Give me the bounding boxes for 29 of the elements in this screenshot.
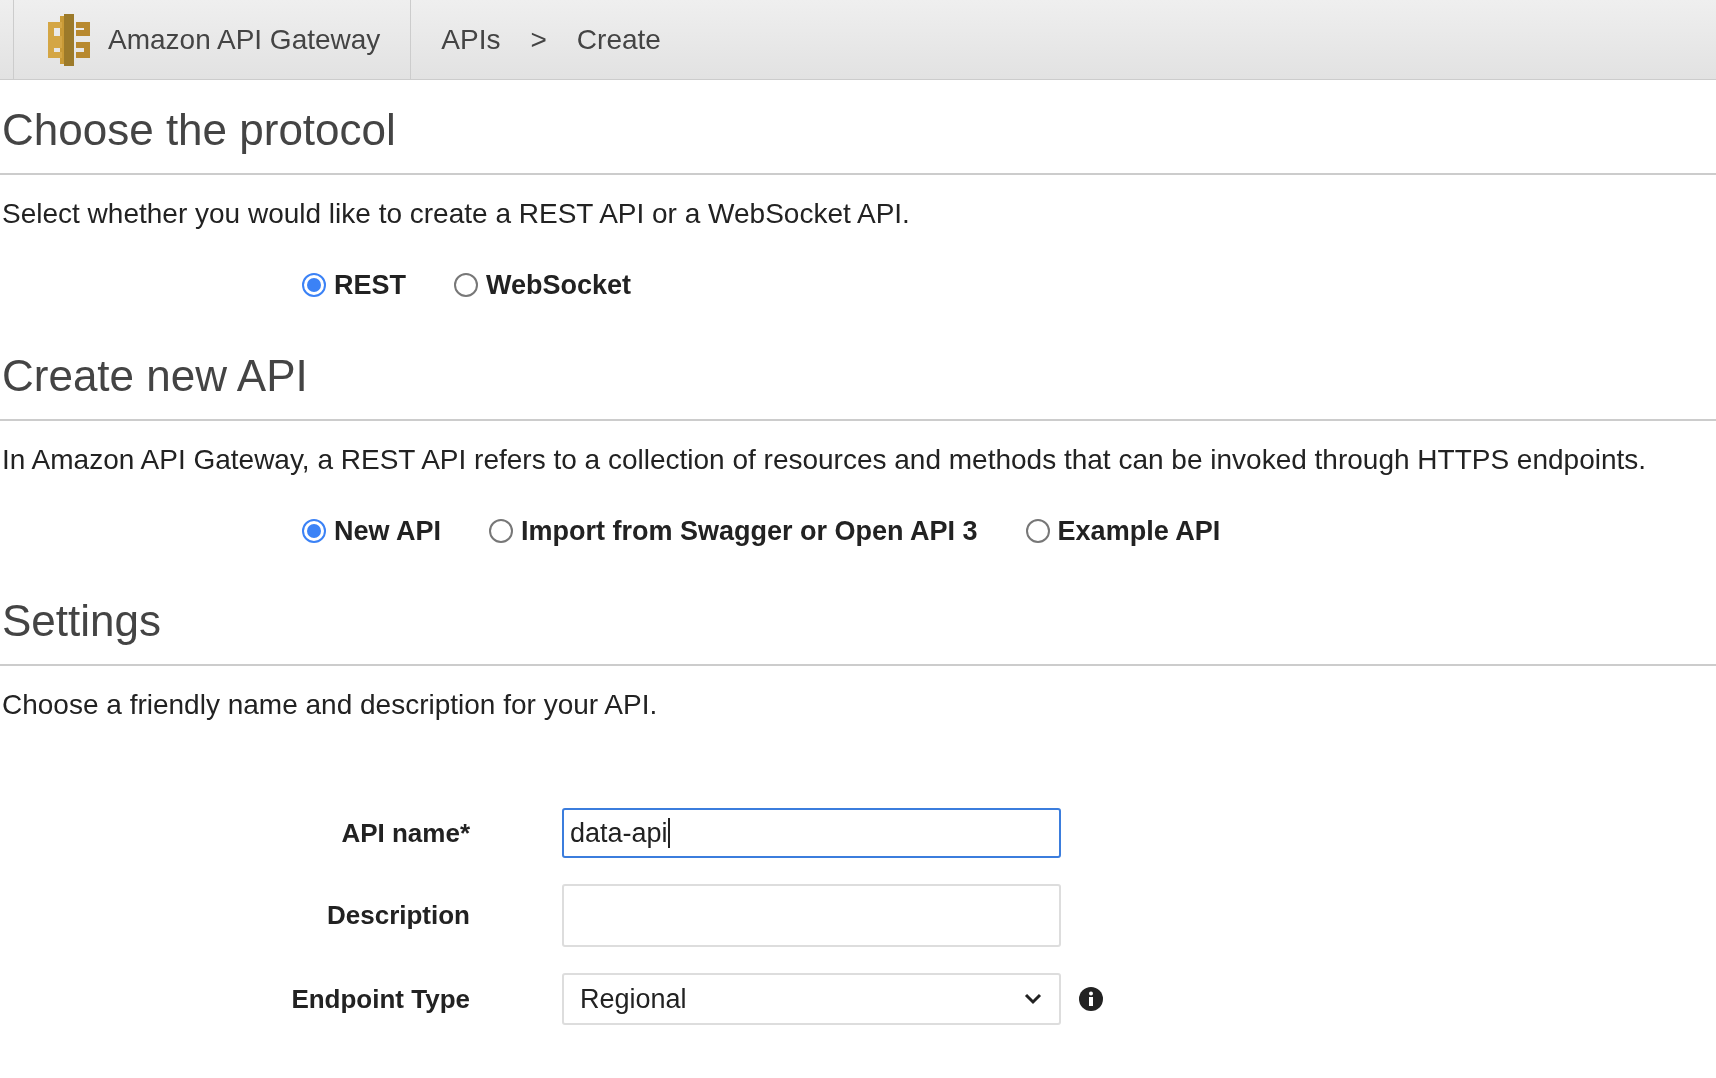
breadcrumb-separator: > bbox=[530, 22, 547, 57]
section-title: Create new API bbox=[0, 325, 1716, 421]
info-icon[interactable] bbox=[1079, 987, 1103, 1011]
radio-label[interactable]: New API bbox=[334, 510, 442, 551]
radio-button[interactable] bbox=[302, 518, 326, 543]
field-label: API name* bbox=[340, 816, 470, 850]
chevron-down-icon bbox=[1023, 992, 1043, 1006]
logo-icon bbox=[46, 13, 92, 66]
radio-label[interactable]: Import from Swagger or Open API 3 bbox=[521, 510, 978, 551]
text-field[interactable]: data-api bbox=[562, 808, 1061, 858]
radio-label[interactable]: REST bbox=[334, 265, 406, 306]
service-name[interactable]: Amazon API Gateway bbox=[108, 18, 381, 61]
text-field[interactable] bbox=[562, 884, 1061, 947]
endpoint-type-select[interactable]: Regional bbox=[562, 973, 1061, 1025]
radio-button[interactable] bbox=[489, 518, 514, 543]
section-description: Select whether you would like to create a REST API or a WebSocket API. bbox=[1, 197, 911, 231]
radio-button[interactable] bbox=[1025, 518, 1050, 543]
section-title: Choose the protocol bbox=[0, 80, 1716, 175]
radio-button[interactable] bbox=[454, 273, 478, 298]
section-description: In Amazon API Gateway, a REST API refers to a collection of resources and methods that can be invoked through HTTPS endpoints. bbox=[1, 442, 1648, 477]
radio-label[interactable]: Example API bbox=[1057, 510, 1221, 551]
section-title: Settings bbox=[0, 571, 1716, 666]
breadcrumb-link[interactable]: APIs bbox=[441, 18, 501, 61]
section-description: Choose a friendly name and description for your API. bbox=[1, 688, 659, 722]
radio-button[interactable] bbox=[302, 273, 326, 298]
radio-label[interactable]: WebSocket bbox=[486, 265, 632, 306]
field-label: Description bbox=[325, 899, 470, 932]
field-label: Endpoint Type bbox=[290, 982, 470, 1016]
breadcrumb-current: Create bbox=[576, 22, 661, 57]
